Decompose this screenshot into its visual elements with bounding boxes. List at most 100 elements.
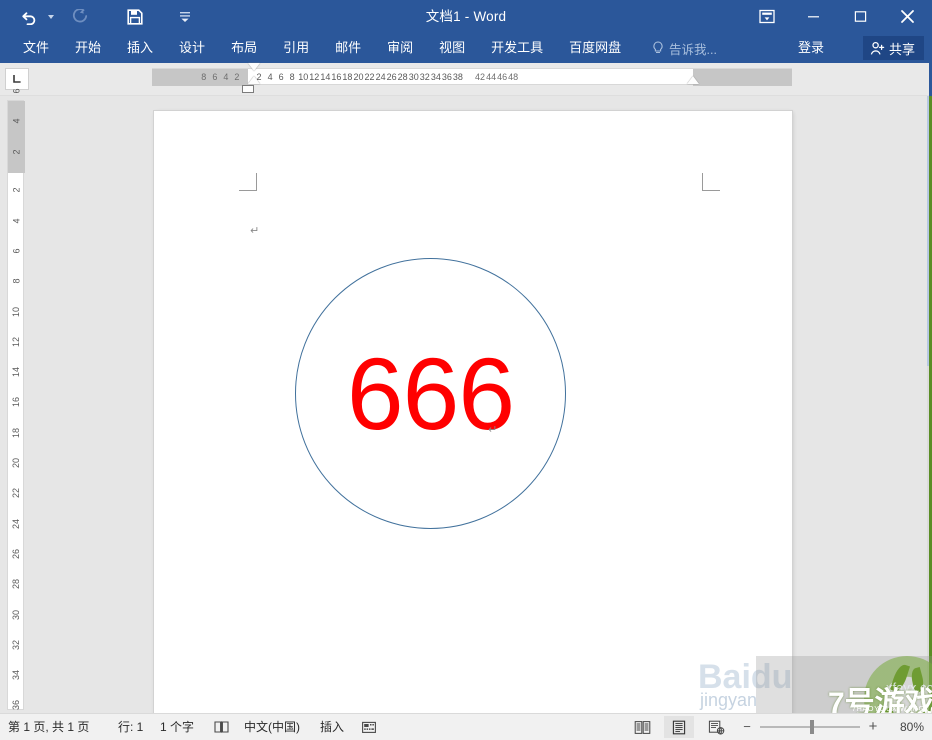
- ruler-tick: 18: [342, 72, 353, 82]
- vruler-tick: 6: [11, 248, 22, 254]
- ruler-tick: 22: [364, 72, 375, 82]
- vruler-tick: 8: [11, 278, 22, 284]
- vruler-tick: 28: [11, 579, 22, 590]
- right-indent-marker[interactable]: [687, 76, 699, 84]
- ribbon-tabs: 文件 开始 插入 设计 布局 引用 邮件 审阅 视图 开发工具 百度网盘: [10, 33, 634, 63]
- margin-corner-top-right: [702, 173, 720, 191]
- sign-in-button[interactable]: 登录: [798, 33, 824, 63]
- insert-mode[interactable]: 插入: [320, 714, 344, 740]
- close-icon: [900, 10, 914, 23]
- close-button[interactable]: [884, 0, 930, 33]
- ruler-tick: 26: [386, 72, 397, 82]
- ruler-tick: 34: [430, 72, 441, 82]
- zoom-slider-thumb[interactable]: [810, 720, 814, 734]
- record-macro-button[interactable]: [361, 714, 377, 740]
- word-window: 文档1 - Word 文件 开始 插入 设计 布局 引用 邮件 审阅 视图 开发…: [0, 0, 932, 740]
- tell-me-box[interactable]: 告诉我...: [652, 33, 717, 63]
- vruler-top-margin: [8, 101, 25, 173]
- minimize-button[interactable]: [790, 0, 836, 33]
- print-layout-button[interactable]: [664, 716, 694, 738]
- tab-references[interactable]: 引用: [270, 33, 322, 63]
- tab-developer[interactable]: 开发工具: [478, 33, 556, 63]
- tell-me-label: 告诉我...: [669, 42, 717, 57]
- vruler-tick: 4: [11, 118, 22, 124]
- ruler-tick: 44: [486, 72, 497, 82]
- line-indicator[interactable]: 行: 1: [118, 714, 143, 740]
- tab-layout[interactable]: 布局: [218, 33, 270, 63]
- read-mode-icon: [634, 720, 650, 734]
- vruler-tick: 34: [11, 670, 22, 681]
- ruler-tick: 4: [267, 72, 273, 82]
- vruler-tick: 14: [11, 367, 22, 378]
- vruler-tick: 2: [11, 187, 22, 193]
- share-button[interactable]: 共享: [862, 36, 924, 60]
- page-indicator[interactable]: 第 1 页, 共 1 页: [8, 714, 89, 740]
- ruler-right-margin: [693, 69, 792, 86]
- ruler-tick: 8: [201, 72, 207, 82]
- status-bar: 第 1 页, 共 1 页 行: 1 1 个字 中文(中国) 插入 − + 80%: [0, 713, 932, 740]
- tab-design[interactable]: 设计: [166, 33, 218, 63]
- ruler-tick: 2: [234, 72, 240, 82]
- vruler-tick: 16: [11, 397, 22, 408]
- tab-review[interactable]: 审阅: [374, 33, 426, 63]
- zoom-out-button[interactable]: −: [740, 714, 754, 740]
- proofing-errors-button[interactable]: [214, 714, 230, 740]
- tab-baidu-netdisk[interactable]: 百度网盘: [556, 33, 634, 63]
- ruler-tick: 14: [320, 72, 331, 82]
- maximize-icon: [854, 11, 866, 22]
- ribbon-display-icon: [759, 9, 775, 24]
- vruler-tick: 20: [11, 457, 22, 469]
- first-line-indent-marker[interactable]: [248, 63, 260, 71]
- vruler-tick: 18: [11, 427, 22, 438]
- vruler-tick: 30: [11, 609, 22, 620]
- tab-home[interactable]: 开始: [62, 33, 114, 63]
- ruler-tick: 4: [223, 72, 229, 82]
- tab-insert[interactable]: 插入: [114, 33, 166, 63]
- vruler-tick: 24: [11, 518, 22, 529]
- ruler-tick: 48: [508, 72, 519, 82]
- margin-corner-top-left: [239, 173, 257, 191]
- ruler-tick: 36: [441, 72, 452, 82]
- ruler-tick: 6: [212, 72, 218, 82]
- ruler-tick: 12: [309, 72, 320, 82]
- vruler-tick: 12: [11, 336, 22, 347]
- paragraph-mark-2: ↵: [488, 423, 498, 436]
- ribbon-display-options-button[interactable]: [750, 0, 784, 33]
- maximize-button[interactable]: [837, 0, 883, 33]
- vruler-tick: 10: [11, 306, 22, 317]
- web-layout-icon: [708, 720, 724, 735]
- ruler-tick: 10: [298, 72, 309, 82]
- left-indent-marker[interactable]: [242, 85, 254, 93]
- proofing-errors-icon: [214, 721, 229, 733]
- zoom-level-label[interactable]: 80%: [900, 714, 924, 740]
- ruler-tick: 30: [408, 72, 419, 82]
- ruler-tick: 20: [353, 72, 364, 82]
- zoom-in-button[interactable]: +: [866, 714, 880, 740]
- read-mode-button[interactable]: [627, 716, 657, 738]
- word-count[interactable]: 1 个字: [160, 714, 194, 740]
- ruler-tick: 46: [497, 72, 508, 82]
- vruler-tick: 22: [11, 488, 22, 499]
- tab-view[interactable]: 视图: [426, 33, 478, 63]
- tab-mailings[interactable]: 邮件: [322, 33, 374, 63]
- share-person-icon: [870, 41, 885, 55]
- hanging-indent-marker[interactable]: [248, 76, 260, 84]
- circle-shape-text[interactable]: 666: [295, 258, 566, 529]
- title-bar: 文档1 - Word: [0, 0, 932, 33]
- tab-file[interactable]: 文件: [10, 33, 62, 63]
- language-indicator[interactable]: 中文(中国): [244, 714, 300, 740]
- vertical-ruler[interactable]: 642246810121416182022242628303234363840: [7, 89, 25, 740]
- record-macro-icon: [362, 721, 376, 733]
- ruler-tick: 24: [375, 72, 386, 82]
- print-layout-icon: [672, 720, 686, 734]
- left-tab-icon: [13, 75, 21, 83]
- paragraph-mark-1: ↵: [250, 224, 260, 237]
- document-page[interactable]: ↵ 666 ↵: [154, 111, 792, 713]
- document-canvas[interactable]: ↵ 666 ↵: [28, 96, 932, 713]
- web-layout-button[interactable]: [701, 716, 731, 738]
- lightbulb-icon: [653, 41, 663, 53]
- share-label: 共享: [888, 41, 915, 57]
- ruler-tick: 28: [397, 72, 408, 82]
- vruler-tick: 4: [11, 218, 22, 224]
- ribbon-tab-bar: 文件 开始 插入 设计 布局 引用 邮件 审阅 视图 开发工具 百度网盘 告诉我…: [0, 33, 932, 63]
